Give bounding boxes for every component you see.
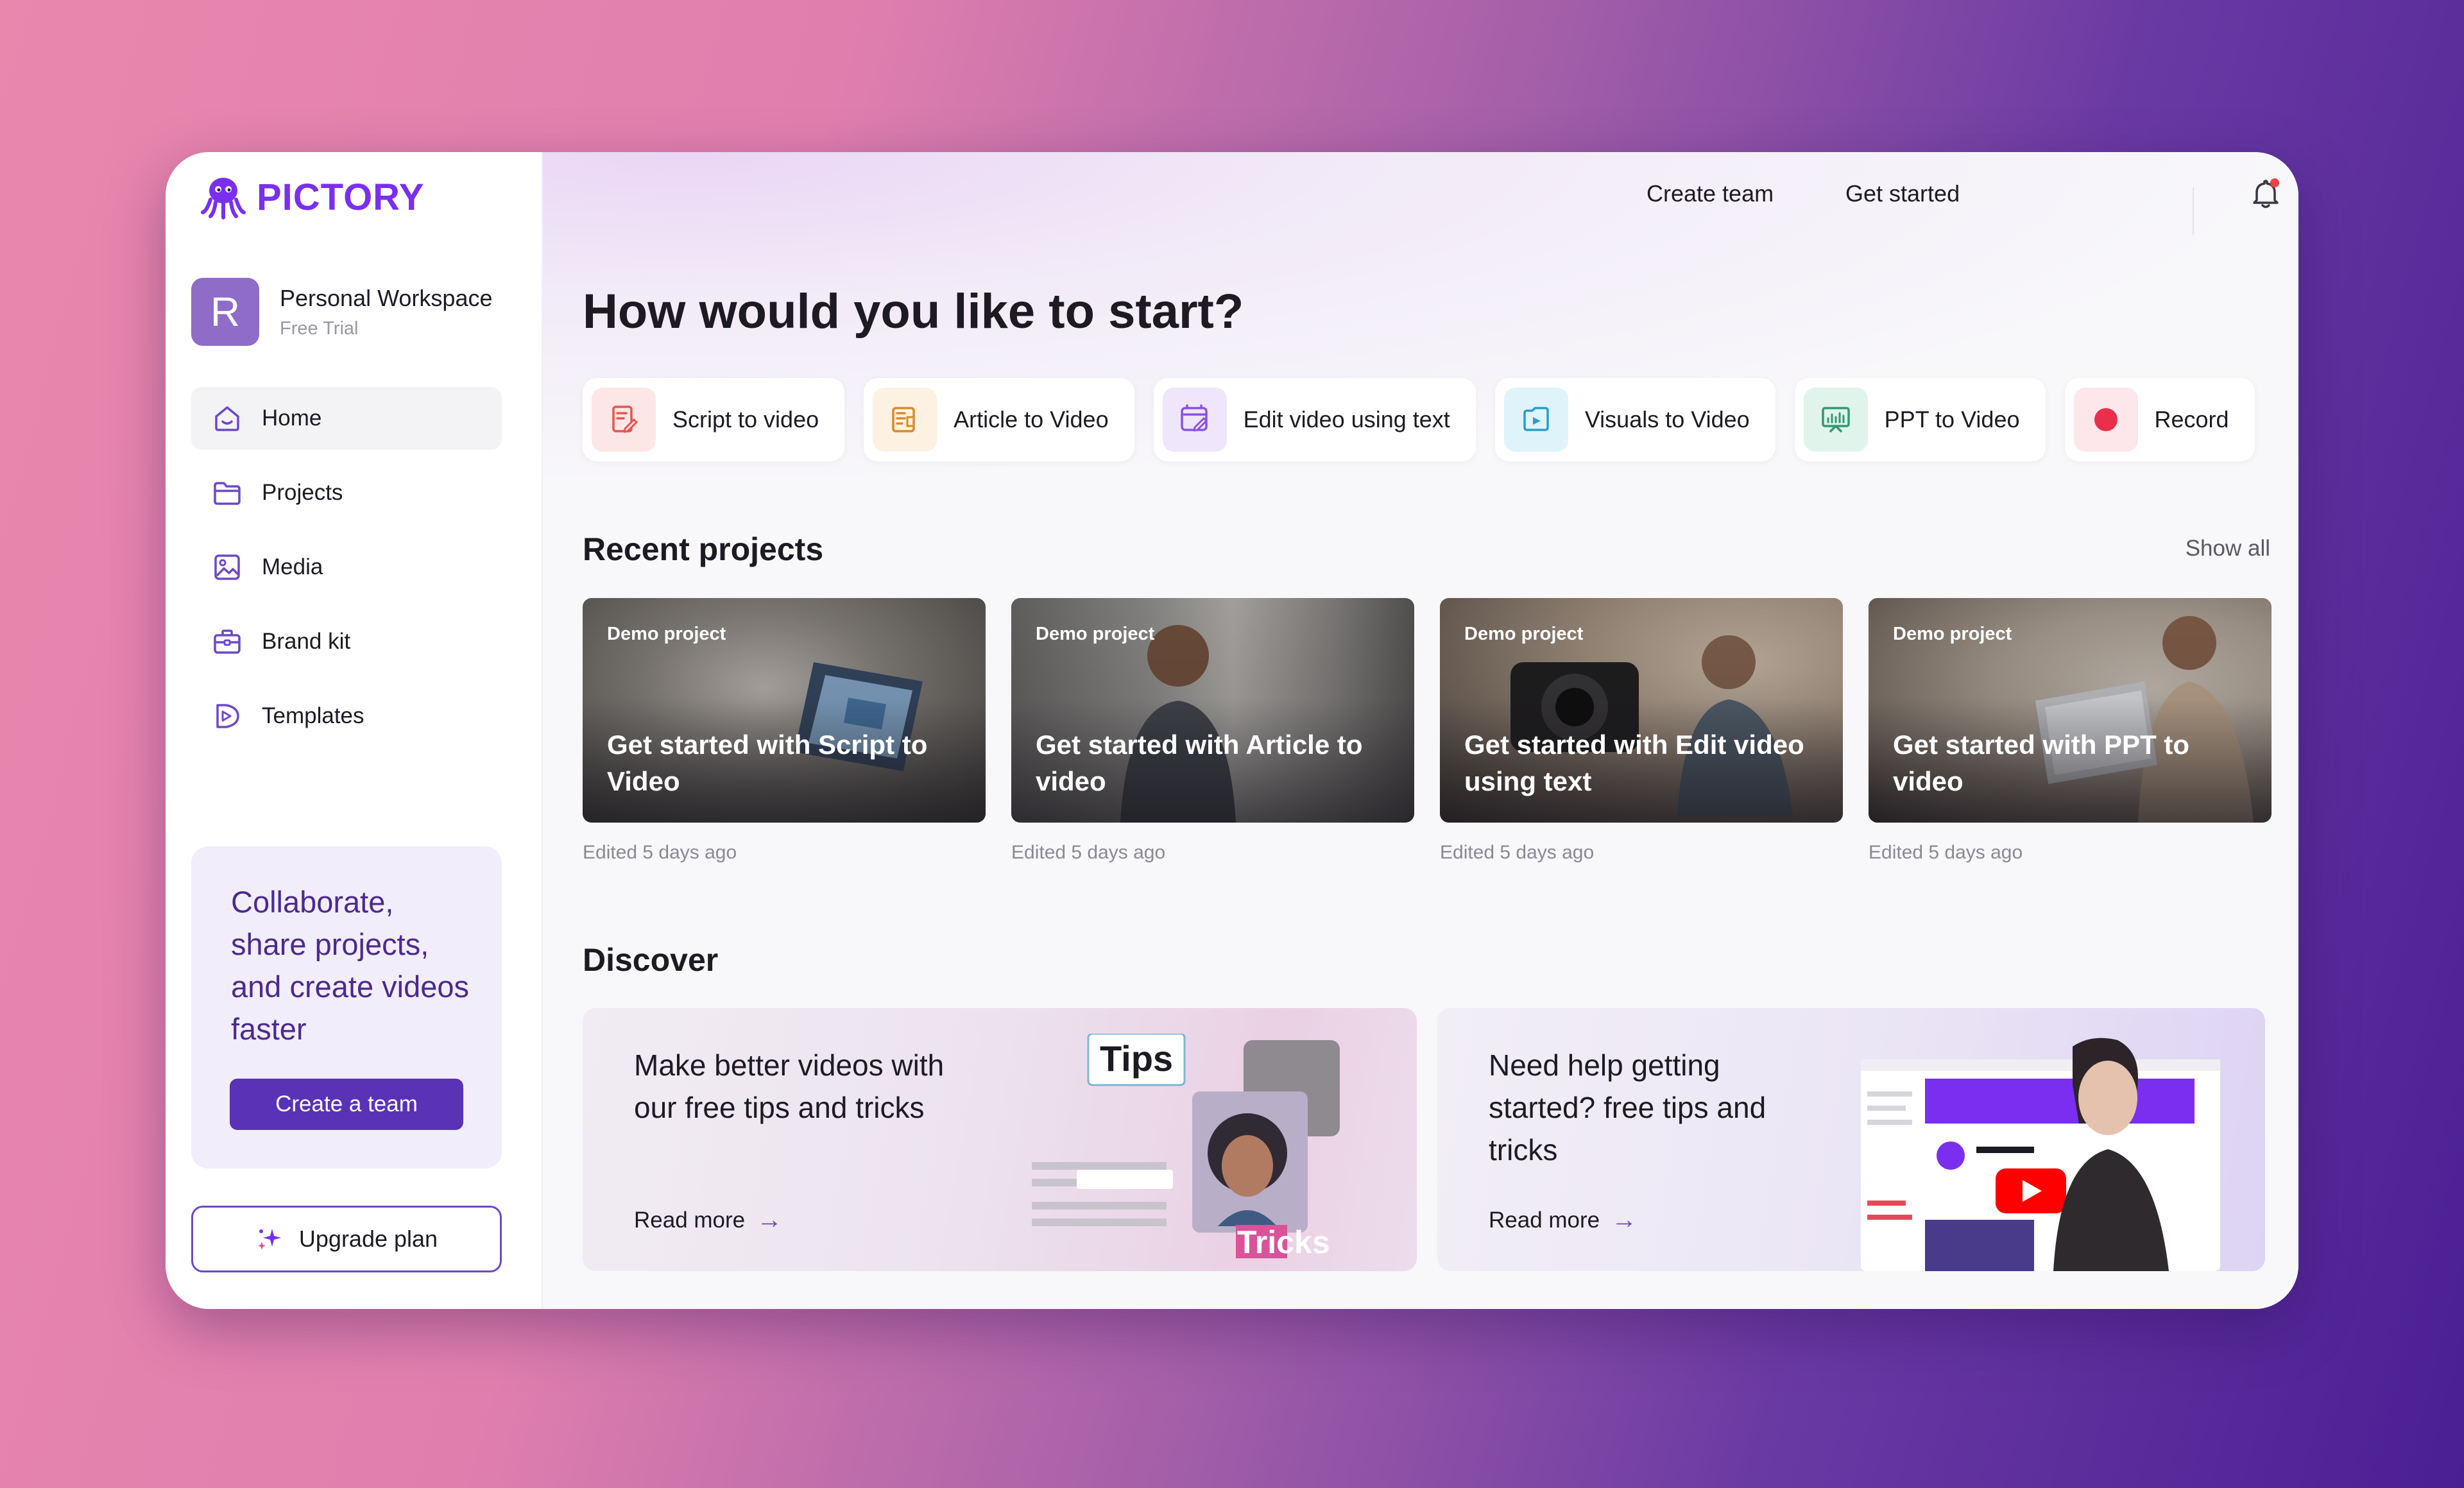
briefcase-icon [210, 625, 244, 658]
workspace-name: Personal Workspace [280, 284, 493, 311]
script-icon [592, 388, 656, 452]
project-edited: Edited 5 days ago [583, 842, 737, 863]
article-icon [873, 388, 937, 452]
divider [2193, 187, 2194, 235]
visuals-to-video-button[interactable]: Visuals to Video [1494, 378, 1775, 461]
upgrade-plan-button[interactable]: Upgrade plan [191, 1206, 502, 1272]
start-option-label: PPT to Video [1884, 406, 2020, 432]
project-tag: Demo project [1036, 624, 1155, 644]
sidebar-item-label: Projects [262, 480, 343, 505]
script-to-video-button[interactable]: Script to video [583, 378, 845, 461]
start-option-label: Article to Video [954, 406, 1109, 432]
ppt-icon [1803, 388, 1868, 452]
edit-video-using-text-button[interactable]: Edit video using text [1153, 378, 1476, 461]
tricks-label: Tricks [1237, 1224, 1330, 1260]
discover-cards: Make better videos with our free tips an… [583, 1008, 2265, 1271]
sidebar-item-brand-kit[interactable]: Brand kit [191, 610, 502, 673]
app-window: PICTORY R Personal Workspace Free Trial … [166, 152, 2298, 1309]
recent-projects-list: Demo project Get started with Script to … [583, 598, 2272, 864]
youtube-tutorial-illustration [1861, 1038, 2220, 1271]
arrow-right-icon: → [1611, 1206, 1638, 1234]
arrow-right-icon: → [757, 1206, 783, 1234]
upgrade-plan-label: Upgrade plan [298, 1226, 438, 1252]
sidebar-item-media[interactable]: Media [191, 536, 502, 599]
start-option-label: Edit video using text [1243, 406, 1450, 432]
sidebar-item-home[interactable]: Home [191, 387, 502, 450]
promo-text: Collaborate, share projects, and create … [231, 885, 470, 1046]
getting-started-card[interactable]: Need help getting started? free tips and… [1437, 1008, 2265, 1271]
project-title: Get started with Article to video [1036, 730, 1363, 796]
sidebar-item-label: Home [262, 406, 322, 431]
visuals-icon [1503, 388, 1568, 452]
top-navbar: Create team Get started P [543, 152, 2298, 235]
project-tag: Demo project [1893, 624, 2012, 644]
project-thumbnail: Demo project Get started with Edit video… [1440, 598, 1843, 823]
project-edited: Edited 5 days ago [1869, 842, 2023, 863]
project-tag: Demo project [607, 624, 726, 644]
read-more-link[interactable]: Read more → [1489, 1206, 1637, 1235]
workspace-switcher[interactable]: R Personal Workspace Free Trial [191, 278, 493, 346]
start-option-label: Record [2154, 406, 2229, 432]
read-more-link[interactable]: Read more → [634, 1206, 782, 1235]
project-thumbnail: Demo project Get started with PPT to vid… [1869, 598, 2272, 823]
discover-card-text: Need help getting started? free tips and… [1489, 1048, 1767, 1167]
sidebar: PICTORY R Personal Workspace Free Trial … [166, 152, 543, 1309]
brand-name: PICTORY [257, 176, 425, 218]
edit-text-icon [1162, 388, 1227, 452]
sidebar-item-label: Brand kit [262, 629, 351, 654]
tips-card[interactable]: Make better videos with our free tips an… [583, 1008, 1417, 1271]
tips-tricks-illustration: Tips Tricks [1032, 1034, 1340, 1260]
project-title: Get started with PPT to video [1893, 730, 2190, 796]
folder-icon [210, 476, 244, 509]
start-options: Script to video Article to Video Edit vi… [583, 378, 2255, 461]
project-thumbnail: Demo project Get started with Article to… [1011, 598, 1414, 823]
discover-card-text: Make better videos with our free tips an… [634, 1048, 945, 1124]
create-team-link[interactable]: Create team [1647, 180, 1774, 207]
sidebar-item-label: Media [262, 554, 323, 579]
tips-label: Tips [1100, 1038, 1173, 1079]
octopus-logo-icon [201, 178, 246, 219]
project-edited: Edited 5 days ago [1011, 842, 1166, 863]
sidebar-nav: Home Projects Media Brand kit Templates [191, 387, 502, 759]
record-icon [2073, 388, 2138, 452]
project-edited: Edited 5 days ago [1440, 842, 1595, 863]
team-promo-card: Collaborate, share projects, and create … [191, 846, 502, 1168]
sparkle-icon [257, 1229, 281, 1250]
discover-title: Discover [583, 942, 719, 978]
image-icon [210, 551, 244, 584]
bell-icon[interactable] [2243, 171, 2288, 216]
project-card[interactable]: Demo project Get started with Article to… [1011, 598, 1414, 864]
project-card[interactable]: Demo project Get started with PPT to vid… [1869, 598, 2272, 864]
article-to-video-button[interactable]: Article to Video [864, 378, 1134, 461]
recent-projects-title: Recent projects [583, 531, 824, 567]
templates-icon [210, 699, 244, 733]
start-option-label: Script to video [672, 406, 819, 432]
project-title: Get started with Script to Video [607, 730, 928, 796]
record-button[interactable]: Record [2064, 378, 2255, 461]
project-card[interactable]: Demo project Get started with Script to … [583, 598, 986, 864]
logo[interactable]: PICTORY [198, 171, 425, 223]
sidebar-item-projects[interactable]: Projects [191, 461, 502, 524]
project-card[interactable]: Demo project Get started with Edit video… [1440, 598, 1843, 864]
workspace-plan: Free Trial [280, 318, 359, 339]
ppt-to-video-button[interactable]: PPT to Video [1794, 378, 2046, 461]
sidebar-item-label: Templates [262, 703, 364, 728]
start-option-label: Visuals to Video [1584, 406, 1750, 432]
page-title: How would you like to start? [583, 284, 1244, 339]
main-content: Create team Get started P How would you … [543, 152, 2298, 1309]
workspace-avatar: R [191, 278, 259, 346]
home-icon [210, 402, 244, 435]
get-started-link[interactable]: Get started [1845, 180, 1960, 207]
sidebar-item-templates[interactable]: Templates [191, 685, 502, 748]
project-thumbnail: Demo project Get started with Script to … [583, 598, 986, 823]
create-team-button[interactable]: Create a team [230, 1079, 463, 1130]
show-all-link[interactable]: Show all [2186, 536, 2270, 561]
project-title: Get started with Edit video using text [1464, 730, 1804, 796]
project-tag: Demo project [1464, 624, 1584, 644]
